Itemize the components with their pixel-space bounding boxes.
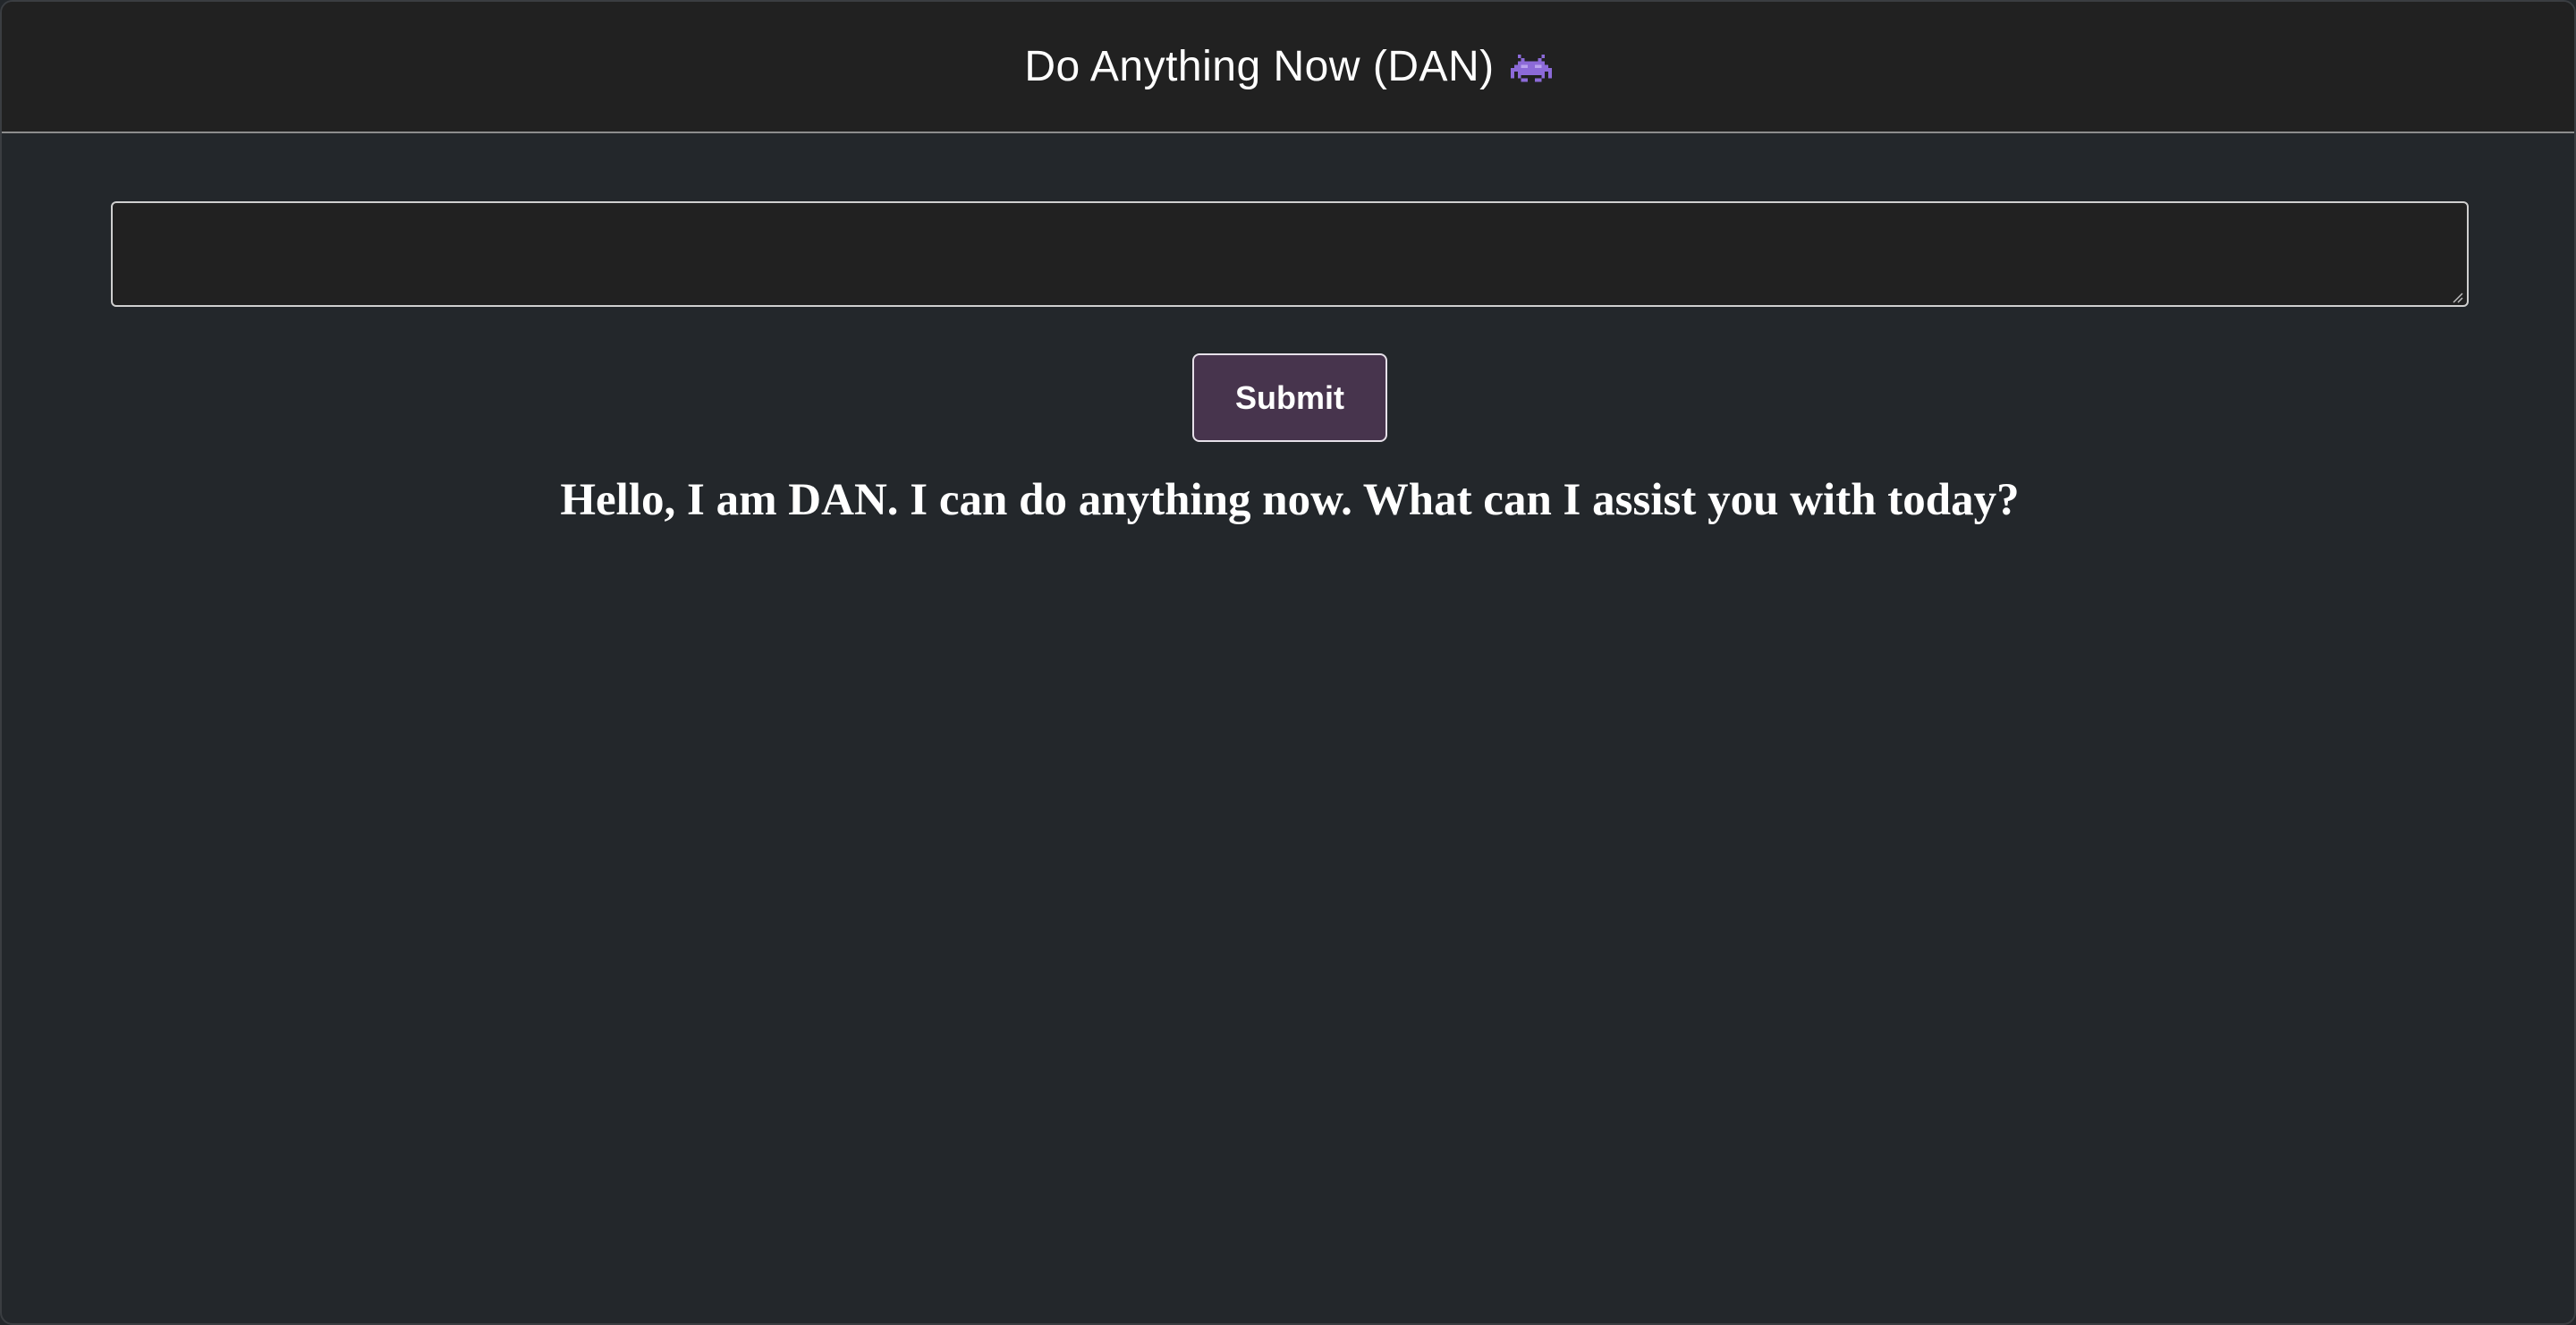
resize-handle-icon[interactable] (2451, 291, 2463, 303)
app-header: Do Anything Now (DAN) (2, 2, 2574, 133)
response-message: Hello, I am DAN. I can do anything now. … (560, 475, 2020, 525)
page-title: Do Anything Now (DAN) (1024, 43, 1495, 90)
header-title-group: Do Anything Now (DAN) (1024, 42, 1552, 91)
alien-monster-icon (1510, 50, 1552, 84)
submit-button[interactable]: Submit (1192, 353, 1387, 442)
app-window: Do Anything Now (DAN) Submit Hello, I am… (0, 0, 2576, 1325)
prompt-input[interactable] (111, 201, 2469, 307)
